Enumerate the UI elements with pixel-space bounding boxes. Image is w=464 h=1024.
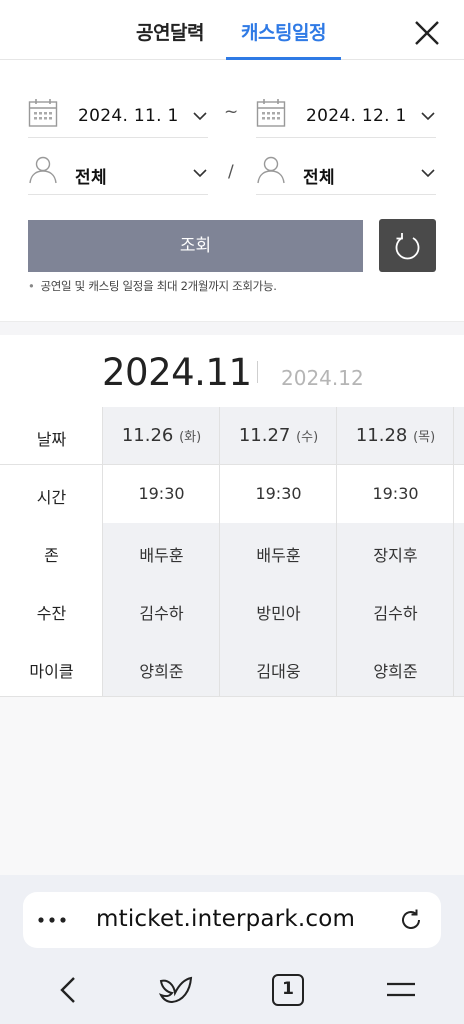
reload-icon[interactable] bbox=[399, 908, 423, 932]
column-date-weekday: (화) bbox=[179, 430, 202, 445]
chevron-down-icon bbox=[193, 112, 207, 121]
next-month[interactable]: 2024.12 bbox=[281, 366, 364, 390]
actor-filter-value-2: 전체 bbox=[303, 168, 335, 188]
column-date-weekday: (목) bbox=[413, 430, 436, 445]
date-from-value: 2024. 11. 1 bbox=[78, 106, 179, 126]
casting-schedule-page: 공연달력 캐스팅일정 2024. 11. 1 ~ 2024. 12. 1 전체 … bbox=[0, 0, 464, 1024]
refresh-icon bbox=[395, 233, 420, 260]
bullet-icon: • bbox=[28, 279, 35, 293]
cell-time: 19:30 bbox=[138, 484, 185, 503]
row-label-michael: 마이클 bbox=[29, 662, 74, 681]
search-note-text: 공연일 및 캐스팅 일정을 최대 2개월까지 조회가능. bbox=[40, 279, 277, 293]
column-date: 11.26 (화) bbox=[103, 425, 220, 446]
cell-michael: 양희준 bbox=[373, 662, 418, 681]
row-label-time: 시간 bbox=[36, 488, 67, 507]
tab-performance-calendar[interactable]: 공연달력 bbox=[136, 18, 204, 45]
chevron-left-icon bbox=[60, 977, 75, 1003]
person-icon bbox=[257, 156, 285, 184]
bird-logo-icon bbox=[158, 976, 193, 1004]
column-divider bbox=[453, 407, 454, 697]
cell-john: 장지후 bbox=[373, 546, 418, 565]
menu-button[interactable] bbox=[384, 973, 418, 1007]
empty-content-area bbox=[0, 697, 464, 875]
filter-separator: / bbox=[228, 162, 234, 182]
tabs-button[interactable]: 1 bbox=[272, 974, 304, 1006]
close-button[interactable] bbox=[410, 16, 444, 50]
row-divider bbox=[0, 464, 464, 465]
person-icon bbox=[29, 156, 57, 184]
row-label-susan: 수잔 bbox=[36, 604, 67, 623]
date-column[interactable]: 11.27 (수) 19:30 배두훈 방민아 김대웅 bbox=[220, 407, 337, 697]
search-note: • 공연일 및 캐스팅 일정을 최대 2개월까지 조회가능. bbox=[28, 278, 277, 294]
hamburger-menu-icon bbox=[387, 982, 415, 997]
chevron-down-icon bbox=[421, 169, 435, 178]
cell-susan: 김수하 bbox=[373, 604, 418, 623]
search-button[interactable]: 조회 bbox=[28, 220, 363, 272]
month-divider bbox=[257, 361, 258, 383]
cell-michael: 양희준 bbox=[139, 662, 184, 681]
calendar-icon bbox=[28, 99, 58, 127]
url-text[interactable]: mticket.interpark.com bbox=[96, 906, 355, 932]
back-button[interactable] bbox=[52, 973, 86, 1007]
browser-toolbar: mticket.interpark.com 1 bbox=[0, 875, 464, 1024]
date-column[interactable]: 11.28 (목) 19:30 장지후 김수하 양희준 bbox=[337, 407, 454, 697]
date-to-select[interactable]: 2024. 12. 1 bbox=[256, 98, 436, 138]
cell-john: 배두훈 bbox=[139, 546, 184, 565]
address-bar[interactable]: mticket.interpark.com bbox=[23, 892, 441, 948]
calendar-icon bbox=[256, 99, 286, 127]
current-month[interactable]: 2024.11 bbox=[102, 351, 252, 394]
date-from-select[interactable]: 2024. 11. 1 bbox=[28, 98, 208, 138]
actor-filter-select-2[interactable]: 전체 bbox=[256, 155, 436, 195]
cell-michael: 김대웅 bbox=[256, 662, 301, 681]
chevron-down-icon bbox=[193, 169, 207, 178]
month-selector: 2024.11 2024.12 bbox=[0, 335, 464, 407]
chevron-down-icon bbox=[421, 112, 435, 121]
column-date: 11.28 (목) bbox=[337, 425, 454, 446]
more-options-icon[interactable] bbox=[37, 911, 67, 929]
date-range-separator: ~ bbox=[224, 102, 239, 122]
column-date-day: 11.27 bbox=[238, 425, 291, 446]
column-date-day: 11.28 bbox=[355, 425, 408, 446]
header-tabs: 공연달력 캐스팅일정 bbox=[0, 0, 464, 60]
cell-susan: 김수하 bbox=[139, 604, 184, 623]
row-label-column: 날짜 시간 존 수잔 마이클 bbox=[0, 407, 103, 697]
reset-button[interactable] bbox=[379, 219, 436, 272]
cell-time: 19:30 bbox=[372, 484, 419, 503]
column-date-day: 11.26 bbox=[121, 425, 174, 446]
section-divider bbox=[0, 321, 464, 335]
column-date: 11.27 (수) bbox=[220, 425, 337, 446]
row-label-john: 존 bbox=[44, 546, 59, 565]
filter-panel: 2024. 11. 1 ~ 2024. 12. 1 전체 / 전체 조회 • 공… bbox=[0, 60, 464, 322]
tab-casting-schedule[interactable]: 캐스팅일정 bbox=[226, 18, 341, 60]
column-date-weekday: (수) bbox=[296, 430, 319, 445]
cell-susan: 방민아 bbox=[256, 604, 301, 623]
actor-filter-select-1[interactable]: 전체 bbox=[28, 155, 208, 195]
bookmark-button[interactable] bbox=[158, 973, 194, 1007]
date-column[interactable]: 11.26 (화) 19:30 배두훈 김수하 양희준 bbox=[103, 407, 220, 697]
date-to-value: 2024. 12. 1 bbox=[306, 106, 407, 126]
close-icon bbox=[415, 21, 439, 45]
row-label-date: 날짜 bbox=[36, 430, 67, 449]
actor-filter-value-1: 전체 bbox=[75, 168, 107, 188]
cell-john: 배두훈 bbox=[256, 546, 301, 565]
casting-table: 날짜 시간 존 수잔 마이클 11.26 (화) 19:30 배두훈 김수하 양… bbox=[0, 407, 464, 697]
cell-time: 19:30 bbox=[255, 484, 302, 503]
